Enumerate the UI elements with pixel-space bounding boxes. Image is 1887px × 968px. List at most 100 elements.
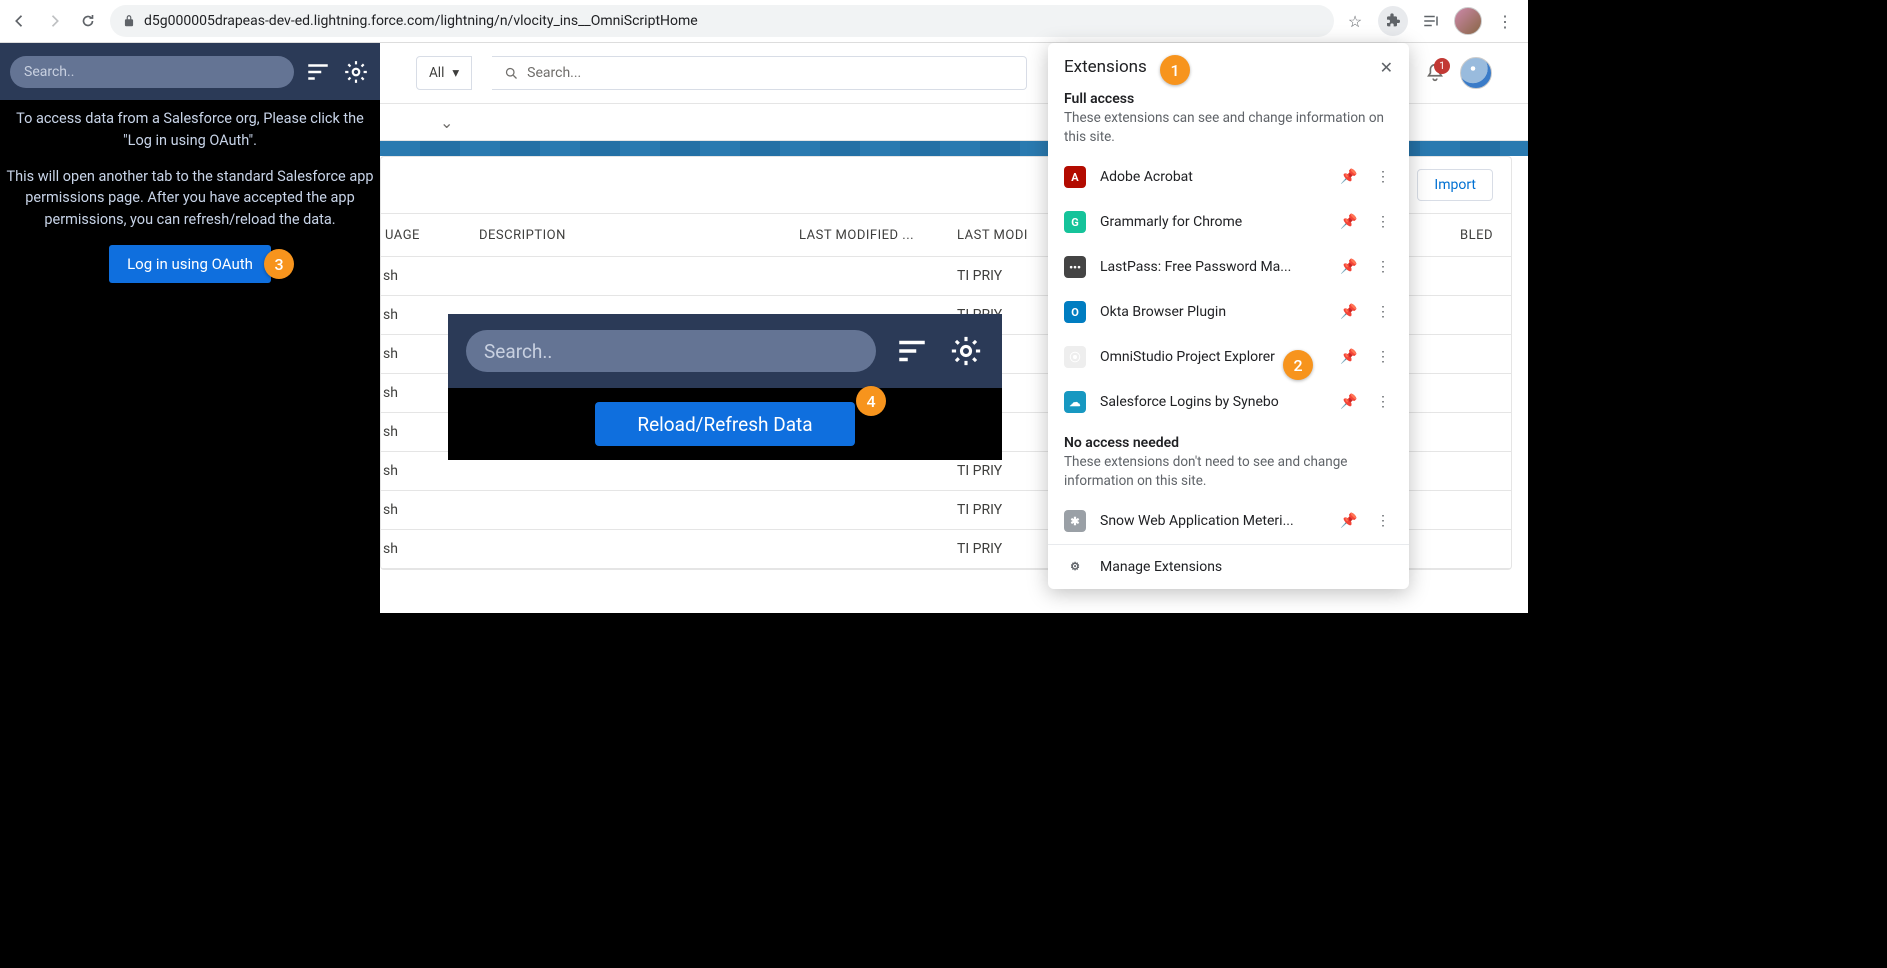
sidebar-text-2: This will open another tab to the standa…: [6, 166, 374, 231]
pin-icon[interactable]: 📌: [1339, 304, 1359, 320]
sf-search-input[interactable]: Search...: [492, 56, 1027, 90]
cell-mod2: TI PRIY: [957, 541, 1047, 557]
reload-label: Reload/Refresh Data: [637, 413, 812, 436]
extension-item[interactable]: ⦿ OmniStudio Project Explorer 📌 ⋮: [1048, 335, 1409, 380]
cell-mod2: TI PRIY: [957, 268, 1047, 284]
back-button[interactable]: [8, 9, 32, 33]
sf-avatar[interactable]: [1460, 57, 1492, 89]
more-icon[interactable]: ⋮: [1373, 394, 1393, 410]
extension-icon: ⦿: [1064, 346, 1086, 368]
sidebar-body: To access data from a Salesforce org, Pl…: [0, 100, 380, 291]
extension-name: Grammarly for Chrome: [1100, 214, 1325, 230]
extension-icon: A: [1064, 166, 1086, 188]
overlay-search-input[interactable]: Search..: [466, 330, 876, 372]
col-lastmod2[interactable]: LAST MODI: [957, 228, 1047, 243]
cell-mod2: TI PRIY: [957, 463, 1047, 479]
pin-icon[interactable]: 📌: [1339, 169, 1359, 185]
sidebar-header: Search..: [0, 43, 380, 100]
search-icon: [504, 66, 519, 81]
chevron-down-icon[interactable]: ⌄: [440, 113, 453, 132]
close-icon[interactable]: ✕: [1380, 58, 1393, 77]
extension-icon: ☁: [1064, 391, 1086, 413]
gear-icon[interactable]: [342, 58, 370, 86]
extension-name: LastPass: Free Password Ma...: [1100, 259, 1325, 275]
pin-icon[interactable]: 📌: [1339, 349, 1359, 365]
extension-icon: G: [1064, 211, 1086, 233]
extension-item[interactable]: A Adobe Acrobat 📌 ⋮: [1048, 155, 1409, 200]
ext-none-list: ✱ Snow Web Application Meteri... 📌 ⋮: [1048, 499, 1409, 544]
extension-item[interactable]: ••• LastPass: Free Password Ma... 📌 ⋮: [1048, 245, 1409, 290]
col-language[interactable]: UAGE: [381, 228, 479, 243]
extension-name: Adobe Acrobat: [1100, 169, 1325, 185]
lock-icon: [122, 14, 136, 28]
full-access-desc: These extensions can see and change info…: [1048, 109, 1409, 155]
col-lastmod[interactable]: LAST MODIFIED ...: [799, 228, 957, 243]
more-icon[interactable]: ⋮: [1373, 513, 1393, 529]
browser-toolbar: d5g000005drapeas-dev-ed.lightning.force.…: [0, 0, 1528, 43]
reload-data-button[interactable]: Reload/Refresh Data: [595, 402, 855, 446]
gear-icon[interactable]: [948, 333, 984, 369]
more-icon[interactable]: ⋮: [1373, 214, 1393, 230]
pin-icon[interactable]: 📌: [1339, 214, 1359, 230]
extension-name: Snow Web Application Meteri...: [1100, 513, 1325, 529]
import-button[interactable]: Import: [1417, 169, 1493, 201]
chevron-down-icon: ▾: [452, 65, 459, 81]
more-icon[interactable]: ⋮: [1373, 169, 1393, 185]
overlay-header: Search..: [448, 314, 1002, 388]
more-icon[interactable]: ⋮: [1373, 349, 1393, 365]
forward-button[interactable]: [42, 9, 66, 33]
sort-icon[interactable]: [894, 333, 930, 369]
no-access-title: No access needed: [1048, 425, 1409, 453]
sidebar-search-input[interactable]: Search..: [10, 56, 294, 88]
extension-sidebar: Search.. To access data from a Salesforc…: [0, 43, 380, 613]
sort-icon[interactable]: [304, 58, 332, 86]
filter-dropdown[interactable]: All ▾: [416, 56, 472, 90]
pin-icon[interactable]: 📌: [1339, 394, 1359, 410]
cell-lang: sh: [381, 268, 479, 284]
callout-4: 4: [856, 386, 886, 416]
extensions-popup: Extensions ✕ Full access These extension…: [1048, 43, 1409, 589]
extension-icon: •••: [1064, 256, 1086, 278]
url-text: d5g000005drapeas-dev-ed.lightning.force.…: [144, 13, 698, 29]
sidebar-text-1: To access data from a Salesforce org, Pl…: [6, 108, 374, 152]
address-bar[interactable]: d5g000005drapeas-dev-ed.lightning.force.…: [110, 5, 1334, 37]
pin-icon[interactable]: 📌: [1339, 259, 1359, 275]
oauth-label: Log in using OAuth: [127, 255, 253, 273]
extension-name: Salesforce Logins by Synebo: [1100, 394, 1325, 410]
ext-title: Extensions: [1064, 57, 1147, 77]
manage-label: Manage Extensions: [1100, 559, 1393, 575]
callout-1: 1: [1160, 55, 1190, 85]
extension-name: Okta Browser Plugin: [1100, 304, 1325, 320]
extension-item[interactable]: G Grammarly for Chrome 📌 ⋮: [1048, 200, 1409, 245]
star-icon[interactable]: ☆: [1344, 10, 1366, 32]
notification-badge: 1: [1434, 58, 1450, 74]
sf-header-actions: 1: [1424, 57, 1492, 89]
callout-2: 2: [1283, 350, 1313, 380]
ext-full-list: A Adobe Acrobat 📌 ⋮G Grammarly for Chrom…: [1048, 155, 1409, 425]
notifications-button[interactable]: 1: [1424, 62, 1446, 84]
cell-lang: sh: [381, 502, 479, 518]
extension-item[interactable]: ☁ Salesforce Logins by Synebo 📌 ⋮: [1048, 380, 1409, 425]
col-description[interactable]: DESCRIPTION: [479, 228, 799, 243]
gear-icon: ⚙: [1064, 556, 1086, 578]
manage-extensions-button[interactable]: ⚙ Manage Extensions: [1048, 544, 1409, 589]
more-icon[interactable]: ⋮: [1373, 259, 1393, 275]
pin-icon[interactable]: 📌: [1339, 513, 1359, 529]
chrome-actions: ☆ ⋮: [1344, 6, 1520, 36]
reading-list-icon[interactable]: [1420, 10, 1442, 32]
more-icon[interactable]: ⋮: [1373, 304, 1393, 320]
cell-mod2: TI PRIY: [957, 502, 1047, 518]
extensions-button[interactable]: [1378, 6, 1408, 36]
chrome-menu-icon[interactable]: ⋮: [1494, 10, 1516, 32]
ext-popup-header: Extensions ✕: [1048, 57, 1409, 87]
full-access-title: Full access: [1048, 87, 1409, 109]
extension-item[interactable]: ✱ Snow Web Application Meteri... 📌 ⋮: [1048, 499, 1409, 544]
overlay-panel: Search.. Reload/Refresh Data: [448, 314, 1002, 460]
oauth-login-button[interactable]: Log in using OAuth: [109, 245, 271, 284]
callout-3: 3: [264, 249, 294, 279]
extension-icon: ✱: [1064, 510, 1086, 532]
filter-label: All: [429, 65, 444, 81]
extension-item[interactable]: O Okta Browser Plugin 📌 ⋮: [1048, 290, 1409, 335]
profile-avatar[interactable]: [1454, 7, 1482, 35]
reload-button[interactable]: [76, 9, 100, 33]
